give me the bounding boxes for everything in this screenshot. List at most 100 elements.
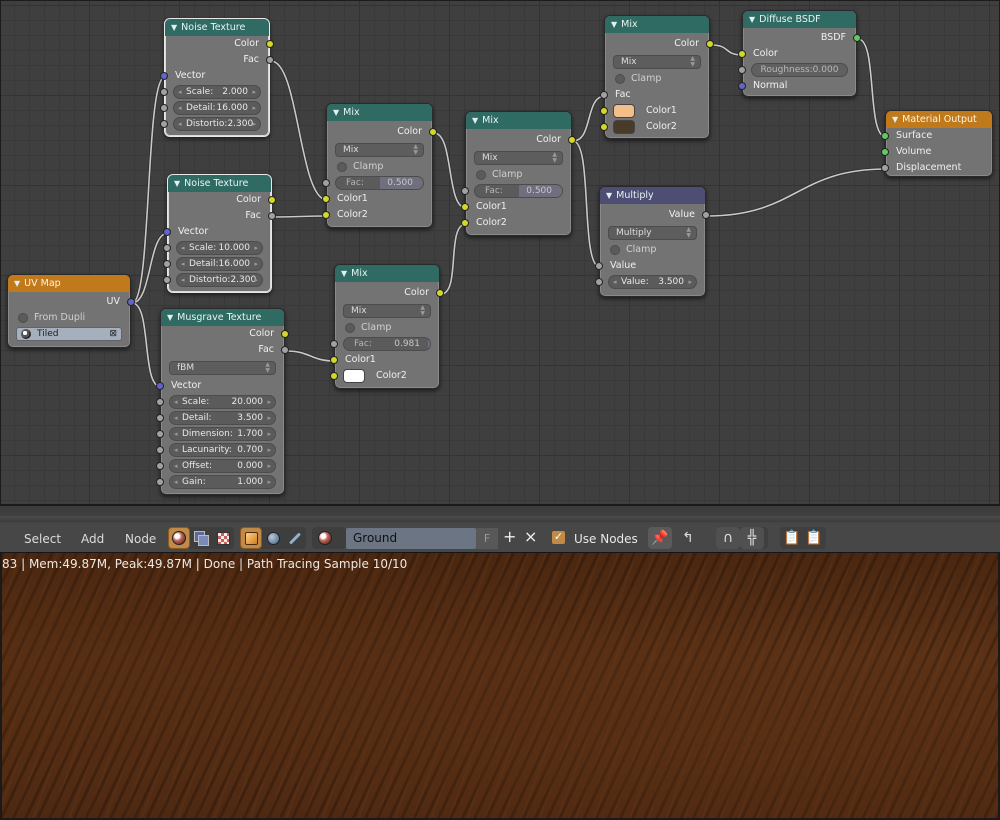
operation-dropdown[interactable]: Multiply ▲ ▼ (608, 226, 697, 240)
node-header[interactable]: ▼ Noise Texture (168, 175, 271, 192)
clamp-toggle[interactable]: Clamp (327, 159, 432, 175)
node-link[interactable] (440, 223, 467, 295)
node-header[interactable]: ▼ Mix (605, 16, 709, 33)
socket-vector-in[interactable] (163, 228, 171, 236)
clamp-checkbox[interactable] (610, 245, 620, 255)
socket-roughness-in[interactable] (738, 66, 746, 74)
value-field[interactable]: ◂ Value: 3.500 ▸ (608, 275, 697, 289)
collapse-triangle-icon[interactable]: ▼ (611, 16, 617, 33)
node-header[interactable]: ▼ Multiply (600, 187, 705, 204)
collapse-triangle-icon[interactable]: ▼ (606, 187, 612, 204)
node-musgrave-texture[interactable]: ▼ Musgrave Texture Color Fac fBM ▲ ▼ Vector… (156, 308, 289, 495)
node-header[interactable]: ▼ Mix (327, 104, 432, 121)
socket-dimension-in[interactable] (156, 430, 164, 438)
copy-nodes-button[interactable]: 📋 (780, 527, 804, 549)
world-source-button[interactable] (262, 527, 284, 549)
from-dupli-toggle[interactable]: From Dupli (8, 310, 130, 326)
socket-color-out[interactable] (436, 289, 444, 297)
shader-world-button[interactable] (190, 527, 212, 549)
lacunarity-field[interactable]: ◂ Lacunarity: 0.700 ▸ (169, 443, 276, 457)
socket-color-out[interactable] (266, 40, 274, 48)
node-link[interactable] (857, 38, 887, 138)
clamp-toggle[interactable]: Clamp (600, 242, 705, 258)
collapse-triangle-icon[interactable]: ▼ (174, 175, 180, 192)
socket-value2-in[interactable] (595, 278, 603, 286)
socket-offset-in[interactable] (156, 462, 164, 470)
node-header[interactable]: ▼ Material Output (886, 111, 992, 128)
node-link[interactable] (572, 95, 606, 142)
socket-detail-in[interactable] (163, 260, 171, 268)
uv-layer-field[interactable]: Tiled ⊠ (16, 327, 122, 341)
material-name-field[interactable]: Ground (346, 528, 476, 549)
clamp-toggle[interactable]: Clamp (466, 167, 571, 183)
node-editor[interactable]: ▼ Noise Texture Color Fac Vector ◂ Scale: 2… (0, 0, 1000, 505)
node-header[interactable]: ▼ Diffuse BSDF (743, 11, 856, 28)
new-material-button[interactable]: + (503, 527, 516, 546)
clamp-checkbox[interactable] (615, 74, 625, 84)
area-divider[interactable] (0, 516, 1000, 522)
blend-type-dropdown[interactable]: Mix ▲ ▼ (474, 151, 563, 165)
snap-toggle[interactable]: ∩ (716, 527, 740, 549)
collapse-triangle-icon[interactable]: ▼ (14, 275, 20, 292)
socket-vector-in[interactable] (156, 382, 164, 390)
menu-add[interactable]: Add (81, 532, 104, 546)
detail-field[interactable]: ◂ Detail: 16.000 ▸ (173, 101, 261, 115)
snap-element-dropdown[interactable]: ╬ (740, 527, 764, 549)
socket-scale-in[interactable] (163, 244, 171, 252)
fac-slider[interactable]: Fac: 0.981 (343, 337, 431, 351)
parent-node-tree-button[interactable]: ↰ (676, 527, 700, 549)
socket-color-out[interactable] (706, 40, 714, 48)
clear-icon[interactable]: ⊠ (109, 328, 117, 340)
socket-uv-out[interactable] (127, 298, 135, 306)
distortion-field[interactable]: ◂ Distortio: 2.300 ▸ (176, 273, 263, 287)
socket-scale-in[interactable] (160, 88, 168, 96)
node-noise-texture-2[interactable]: ▼ Noise Texture Color Fac Vector ◂ Scale: 1… (163, 174, 276, 293)
node-material-output[interactable]: ▼ Material Output Surface Volume Displace… (881, 110, 993, 177)
shader-object-button[interactable] (168, 527, 190, 549)
socket-color2-in[interactable] (322, 211, 330, 219)
socket-fac-out[interactable] (268, 212, 276, 220)
pin-button[interactable]: 📌 (648, 527, 672, 549)
node-mix-4[interactable]: ▼ Mix Color Mix ▲ ▼ Clamp Fac Color1 Color2 (600, 15, 714, 139)
socket-distortion-in[interactable] (160, 120, 168, 128)
node-link[interactable] (270, 60, 328, 201)
distortion-field[interactable]: ◂ Distortio: 2.300 ▸ (173, 117, 261, 131)
socket-color1-in[interactable] (322, 195, 330, 203)
menu-node[interactable]: Node (125, 532, 156, 546)
node-header[interactable]: ▼ Musgrave Texture (161, 309, 284, 326)
node-link[interactable] (572, 140, 601, 268)
collapse-triangle-icon[interactable]: ▼ (333, 104, 339, 121)
node-link[interactable] (272, 215, 328, 218)
blend-type-dropdown[interactable]: Mix ▲ ▼ (335, 143, 424, 157)
socket-color-out[interactable] (568, 136, 576, 144)
node-mix-2[interactable]: ▼ Mix Color Mix ▲ ▼ Clamp Fac: 0.500 Color1 … (461, 111, 576, 236)
clamp-checkbox[interactable] (337, 162, 347, 172)
socket-color2-in[interactable] (600, 123, 608, 131)
collapse-triangle-icon[interactable]: ▼ (167, 309, 173, 326)
collapse-triangle-icon[interactable]: ▼ (749, 11, 755, 28)
socket-gain-in[interactable] (156, 478, 164, 486)
clamp-checkbox[interactable] (345, 323, 355, 333)
dimension-field[interactable]: ◂ Dimension: 1.700 ▸ (169, 427, 276, 441)
socket-color2-in[interactable] (330, 372, 338, 380)
blend-type-dropdown[interactable]: Mix ▲ ▼ (613, 55, 701, 69)
paste-nodes-button[interactable]: 📋 (802, 527, 826, 549)
render-preview[interactable]: 83 | Mem:49.87M, Peak:49.87M | Done | Pa… (0, 553, 1000, 820)
linestyle-source-button[interactable] (284, 527, 306, 549)
use-nodes-checkbox[interactable]: ✓ (552, 531, 565, 544)
scale-field[interactable]: ◂ Scale: 2.000 ▸ (173, 85, 261, 99)
from-dupli-checkbox[interactable] (18, 313, 28, 323)
fac-slider[interactable]: Fac: 0.500 (474, 184, 563, 198)
socket-normal-in[interactable] (738, 82, 746, 90)
gain-field[interactable]: ◂ Gain: 1.000 ▸ (169, 475, 276, 489)
offset-field[interactable]: ◂ Offset: 0.000 ▸ (169, 459, 276, 473)
socket-color-out[interactable] (281, 330, 289, 338)
texture-button[interactable] (212, 527, 234, 549)
collapse-triangle-icon[interactable]: ▼ (892, 111, 898, 128)
socket-detail-in[interactable] (160, 104, 168, 112)
node-link[interactable] (433, 132, 467, 209)
node-header[interactable]: ▼ UV Map (8, 275, 130, 292)
socket-color-in[interactable] (738, 50, 746, 58)
node-math-multiply[interactable]: ▼ Multiply Value Multiply ▲ ▼ Clamp Value ◂… (595, 186, 710, 297)
menu-select[interactable]: Select (24, 532, 61, 546)
